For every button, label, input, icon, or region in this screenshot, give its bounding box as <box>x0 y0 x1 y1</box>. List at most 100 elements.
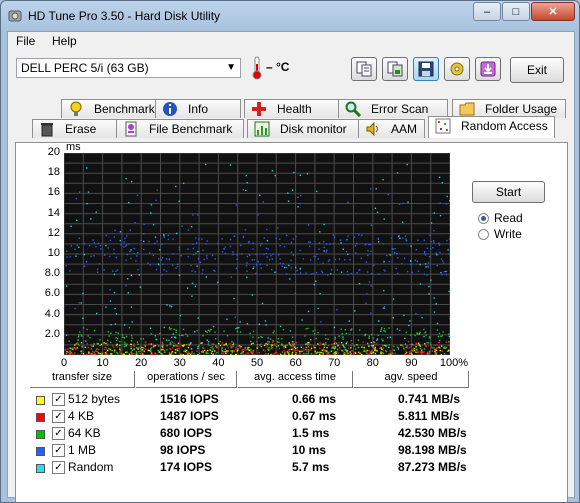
scatter-point <box>129 250 131 253</box>
exit-button[interactable]: Exit <box>510 57 564 83</box>
scatter-point <box>83 242 85 245</box>
scatter-point <box>203 349 206 352</box>
scatter-point <box>342 338 344 340</box>
tab-info[interactable]: Info <box>155 99 241 118</box>
scatter-point <box>246 270 248 272</box>
y-tick-label: 16 <box>47 186 60 199</box>
write-radio[interactable]: Write <box>478 227 522 241</box>
scatter-point <box>137 269 139 271</box>
scatter-point <box>299 249 301 252</box>
scatter-point <box>350 352 353 355</box>
series-checkbox[interactable]: ✓ <box>52 427 65 440</box>
scatter-point <box>260 346 263 348</box>
scatter-point <box>202 249 204 251</box>
scatter-point <box>296 349 298 351</box>
scatter-point <box>327 353 329 355</box>
tab-file-benchmark[interactable]: File Benchmark <box>116 119 244 138</box>
maximize-button[interactable]: □ <box>502 2 530 21</box>
scatter-point <box>149 327 152 329</box>
minimize-button[interactable]: – <box>473 2 501 21</box>
copy-info-button[interactable] <box>351 57 377 81</box>
scatter-point <box>263 253 265 255</box>
scatter-point <box>245 353 247 355</box>
scatter-point <box>321 270 323 272</box>
scatter-point <box>320 321 322 323</box>
series-checkbox[interactable]: ✓ <box>52 461 65 474</box>
scatter-point <box>236 254 238 256</box>
tab-health[interactable]: Health <box>244 99 348 118</box>
scatter-point <box>374 346 376 349</box>
read-radio[interactable]: Read <box>478 211 523 225</box>
save-button[interactable] <box>413 57 439 81</box>
scatter-point <box>202 350 204 352</box>
scatter-point <box>83 253 86 256</box>
title-bar[interactable]: HD Tune Pro 3.50 - Hard Disk Utility – □… <box>1 1 579 31</box>
scatter-point <box>407 340 410 343</box>
scatter-point <box>69 270 71 272</box>
tab-random-access[interactable]: Random Access <box>428 116 555 138</box>
scatter-point <box>140 349 142 351</box>
copy-screenshot-button[interactable] <box>382 57 408 81</box>
scatter-point <box>277 227 279 229</box>
speed-value: 0.741 MB/s <box>398 392 461 406</box>
scatter-point <box>82 327 85 329</box>
scatter-point <box>332 243 335 245</box>
tab-aam[interactable]: AAM <box>358 119 425 138</box>
scatter-point <box>399 237 401 240</box>
scatter-point <box>81 335 83 337</box>
scatter-point <box>445 346 448 349</box>
series-checkbox[interactable]: ✓ <box>52 410 65 423</box>
close-button[interactable]: ✕ <box>531 2 575 21</box>
options-button[interactable] <box>444 57 470 81</box>
scatter-point <box>293 171 295 174</box>
drive-select[interactable]: DELL PERC 5/i (63 GB) ▼ <box>16 58 241 78</box>
series-checkbox[interactable]: ✓ <box>52 444 65 457</box>
scatter-point <box>97 352 100 354</box>
scatter-point <box>176 265 179 268</box>
scatter-point <box>165 339 168 341</box>
scatter-point <box>93 329 96 332</box>
scatter-point <box>195 242 198 244</box>
scatter-point <box>265 324 267 326</box>
series-checkbox[interactable]: ✓ <box>52 393 65 406</box>
scatter-point <box>201 351 203 354</box>
tab-disk-monitor[interactable]: Disk monitor <box>247 119 361 138</box>
scatter-point <box>307 344 309 346</box>
scatter-point <box>198 238 200 240</box>
scatter-point <box>419 351 421 353</box>
scatter-point <box>435 252 437 254</box>
start-button[interactable]: Start <box>472 181 545 203</box>
scatter-point <box>438 341 440 344</box>
scatter-point <box>351 350 353 352</box>
scatter-point <box>414 334 416 337</box>
scatter-point <box>361 234 363 237</box>
scatter-point <box>447 350 449 352</box>
scatter-point <box>165 270 168 272</box>
scatter-point <box>207 343 209 345</box>
scatter-point <box>444 353 446 355</box>
scatter-point <box>75 197 78 200</box>
scatter-point <box>65 352 68 355</box>
scatter-point <box>175 185 177 188</box>
scatter-point <box>404 337 406 340</box>
scatter-point <box>295 352 298 355</box>
scatter-point <box>92 351 94 353</box>
scatter-point <box>125 335 128 338</box>
scatter-point <box>149 264 151 266</box>
scatter-point <box>250 349 252 351</box>
scatter-point <box>350 347 352 349</box>
scatter-point <box>419 263 421 266</box>
scatter-point <box>288 350 291 353</box>
scatter-point <box>267 340 269 343</box>
menu-file[interactable]: File <box>16 34 35 48</box>
scatter-point <box>423 348 426 350</box>
scatter-point <box>408 351 411 353</box>
scatter-point <box>139 286 141 288</box>
scatter-point <box>178 249 180 251</box>
menu-help[interactable]: Help <box>52 34 77 48</box>
download-button[interactable] <box>475 57 501 81</box>
scatter-point <box>445 273 448 276</box>
scatter-point <box>152 224 155 226</box>
scatter-point <box>130 347 132 350</box>
scatter-point <box>419 345 421 347</box>
